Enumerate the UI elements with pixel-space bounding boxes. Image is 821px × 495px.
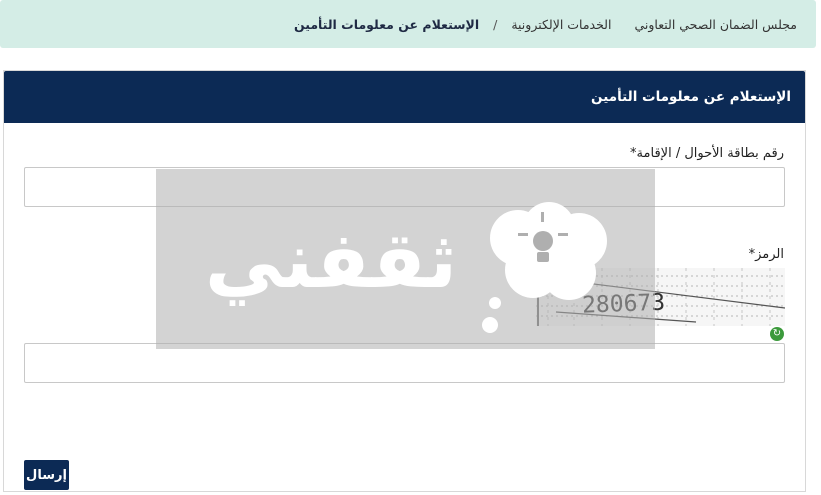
breadcrumb-item-current: الإستعلام عن معلومات التأمين xyxy=(293,16,480,32)
captcha-image: 280673 xyxy=(536,268,785,326)
refresh-icon[interactable]: ↻ xyxy=(770,327,784,341)
breadcrumb-item-eservices[interactable]: الخدمات الإلكترونية xyxy=(511,17,611,32)
panel-title: الإستعلام عن معلومات التأمين xyxy=(591,89,791,105)
id-number-label: رقم بطاقة الأحوال / الإقامة* xyxy=(630,146,784,161)
panel-header: الإستعلام عن معلومات التأمين xyxy=(4,71,805,123)
captcha-label: الرمز* xyxy=(748,247,784,262)
breadcrumb-separator: / xyxy=(493,16,498,32)
captcha-text: 280673 xyxy=(582,290,666,319)
breadcrumb-item-council[interactable]: مجلس الضمان الصحي التعاوني xyxy=(634,17,797,32)
breadcrumb: مجلس الضمان الصحي التعاوني الخدمات الإلك… xyxy=(0,0,816,48)
captcha-graphic: 280673 xyxy=(536,268,785,326)
inquiry-panel: الإستعلام عن معلومات التأمين رقم بطاقة ا… xyxy=(3,70,806,492)
captcha-input[interactable] xyxy=(24,343,785,383)
id-number-input[interactable] xyxy=(24,167,785,207)
submit-button[interactable]: إرسال xyxy=(24,460,69,490)
